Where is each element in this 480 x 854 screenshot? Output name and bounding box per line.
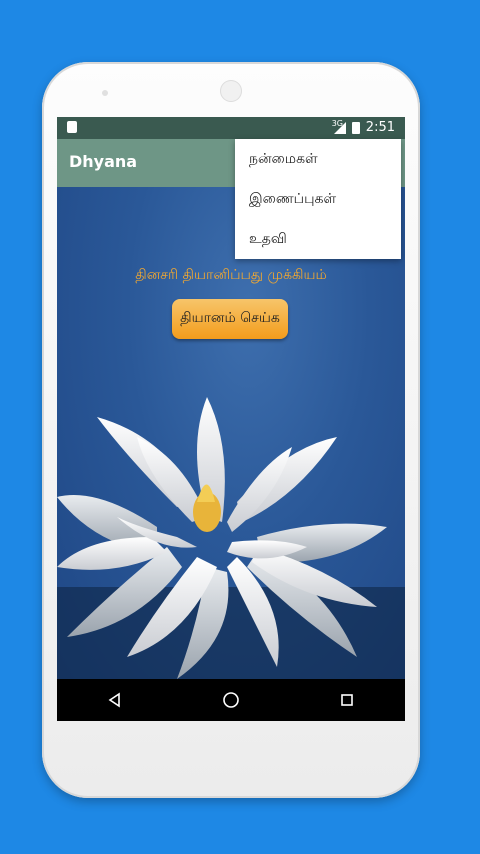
- recents-icon: [341, 694, 353, 706]
- sd-card-icon: [67, 121, 77, 133]
- sensor-dot: [102, 90, 108, 96]
- home-button[interactable]: [211, 680, 251, 720]
- back-icon: [108, 692, 120, 708]
- tagline-text: தினசரி தியானிப்பது முக்கியம்: [135, 267, 327, 283]
- lotus-image: [57, 397, 405, 679]
- overflow-menu: நன்மைகள் இணைப்புகள் உதவி: [235, 139, 401, 259]
- app-title: Dhyana: [69, 152, 138, 171]
- status-bar: 3G 2:51: [57, 117, 405, 139]
- battery-icon: [351, 121, 360, 134]
- home-icon: [223, 692, 239, 708]
- signal-icon: [333, 121, 346, 134]
- meditate-button[interactable]: தியானம் செய்க: [172, 299, 288, 339]
- menu-item-benefits[interactable]: நன்மைகள்: [235, 139, 401, 179]
- device-screen: 3G 2:51 Dhyana தினசரி தியானிப்பது முக்கி…: [57, 117, 405, 721]
- clock: 2:51: [365, 120, 395, 135]
- main-content: தினசரி தியானிப்பது முக்கியம் தியானம் செய…: [57, 187, 405, 679]
- front-camera: [220, 80, 242, 102]
- recents-button[interactable]: [327, 680, 367, 720]
- menu-item-help[interactable]: உதவி: [235, 219, 401, 259]
- menu-item-links[interactable]: இணைப்புகள்: [235, 179, 401, 219]
- back-button[interactable]: [95, 680, 135, 720]
- navigation-bar: [57, 679, 405, 721]
